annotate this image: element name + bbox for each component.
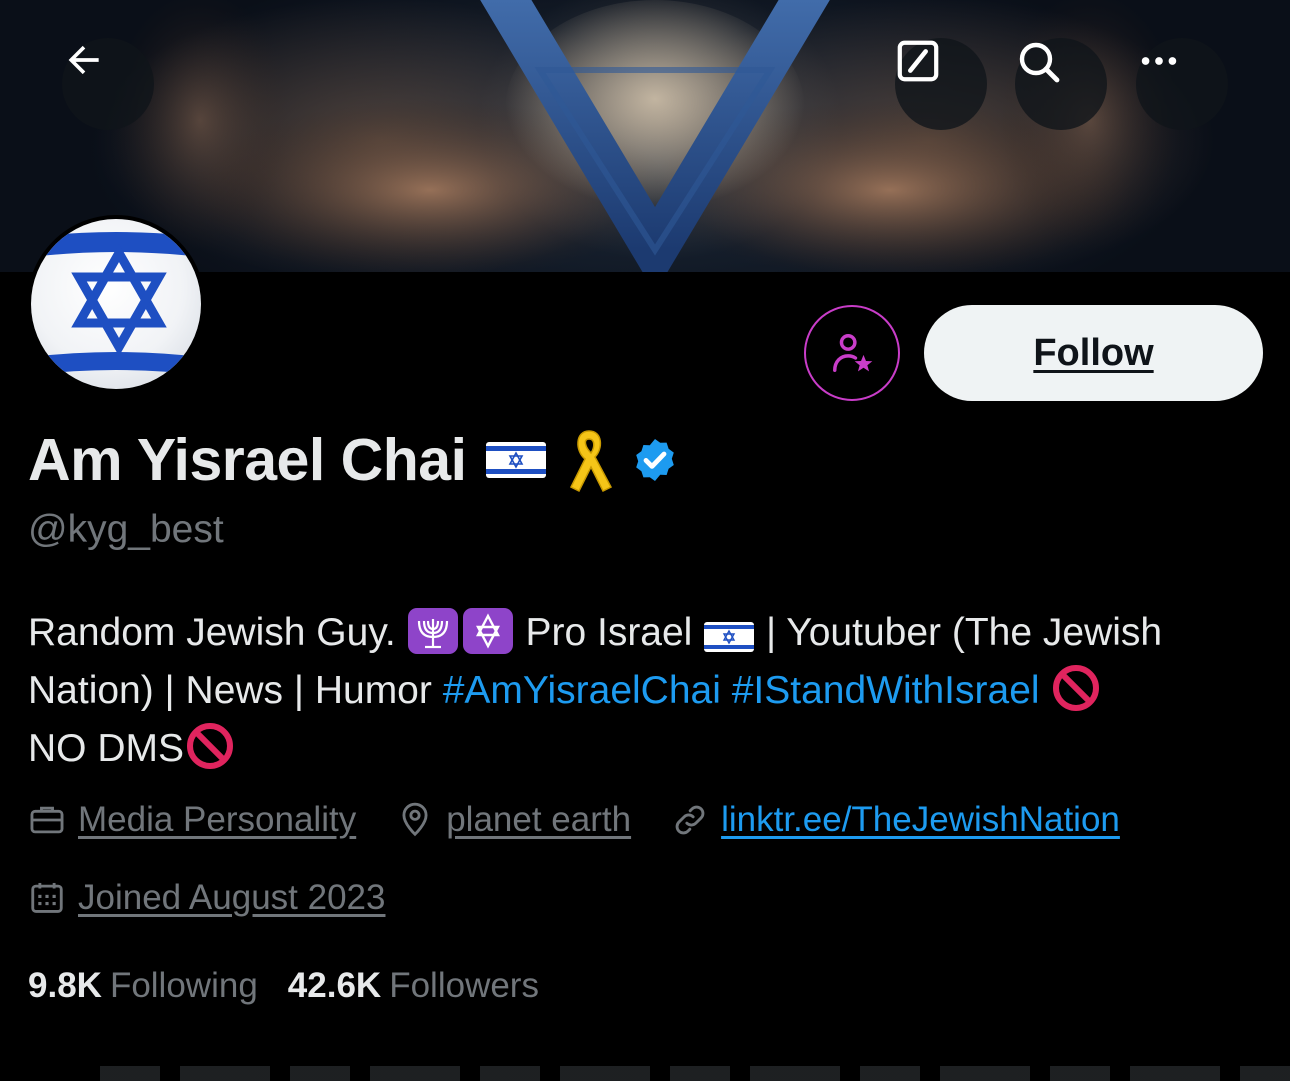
- hashtag-link[interactable]: #AmYisraelChai: [443, 669, 721, 712]
- website-link[interactable]: linktr.ee/TheJewishNation: [721, 800, 1120, 840]
- bio-text: Random Jewish Guy.: [28, 611, 396, 654]
- follow-button[interactable]: Follow: [924, 305, 1263, 401]
- follow-stats: 9.8K Following 42.6K Followers: [28, 966, 569, 1006]
- arrow-left-icon: [68, 45, 99, 75]
- cut-off-content: [100, 1066, 1290, 1081]
- edit-button[interactable]: [895, 38, 987, 130]
- more-button[interactable]: [1136, 38, 1228, 130]
- israel-flag-emoji: [485, 442, 546, 478]
- following-stat[interactable]: 9.8K Following: [28, 966, 258, 1006]
- verified-badge-icon: [635, 439, 674, 481]
- bio-text: NO DMS: [28, 727, 184, 770]
- bio-text: Pro Israel: [525, 611, 693, 654]
- search-icon: [1019, 42, 1060, 83]
- back-button[interactable]: [62, 38, 154, 130]
- person-star-icon: [833, 334, 873, 372]
- star-of-david-emoji: [462, 608, 513, 654]
- menorah-emoji: [407, 608, 458, 654]
- link-icon: [675, 805, 705, 835]
- followers-label: Followers: [389, 966, 539, 1005]
- israel-flag-emoji: [704, 622, 755, 652]
- calendar-icon: [31, 882, 63, 913]
- yellow-ribbon-emoji: [569, 430, 612, 493]
- more-horizontal-icon: [1141, 57, 1177, 65]
- prohibited-emoji: [1053, 665, 1100, 711]
- following-count: 9.8K: [28, 966, 102, 1005]
- joined-label[interactable]: Joined August 2023: [78, 878, 385, 918]
- user-handle: @kyg_best: [28, 508, 224, 551]
- compose-icon: [897, 40, 939, 82]
- category-item[interactable]: Media Personality: [28, 800, 356, 840]
- location-label[interactable]: planet earth: [446, 800, 631, 840]
- subscribe-button[interactable]: [804, 305, 900, 401]
- followers-stat[interactable]: 42.6K Followers: [288, 966, 539, 1006]
- israel-flag-avatar: [31, 232, 201, 375]
- following-label: Following: [109, 966, 258, 1005]
- display-name: Am Yisrael Chai: [28, 427, 467, 493]
- location-item[interactable]: planet earth: [396, 800, 631, 840]
- category-label[interactable]: Media Personality: [78, 800, 356, 840]
- website-item[interactable]: linktr.ee/TheJewishNation: [671, 800, 1120, 840]
- prohibited-emoji: [187, 723, 233, 769]
- joined-item[interactable]: Joined August 2023: [28, 878, 385, 918]
- profile-meta-row: Media Personality planet earth linktr.ee…: [28, 800, 1160, 840]
- avatar[interactable]: [27, 215, 205, 393]
- joined-row: Joined August 2023: [28, 878, 425, 918]
- display-name-row: Am Yisrael Chai: [28, 424, 679, 496]
- briefcase-icon: [30, 806, 64, 834]
- bio: Random Jewish Guy. Pro Israel | Youtuber…: [28, 604, 1268, 778]
- hashtag-link[interactable]: #IStandWithIsrael: [732, 669, 1040, 712]
- search-button[interactable]: [1015, 38, 1107, 130]
- followers-count: 42.6K: [287, 966, 382, 1005]
- location-pin-icon: [402, 802, 428, 837]
